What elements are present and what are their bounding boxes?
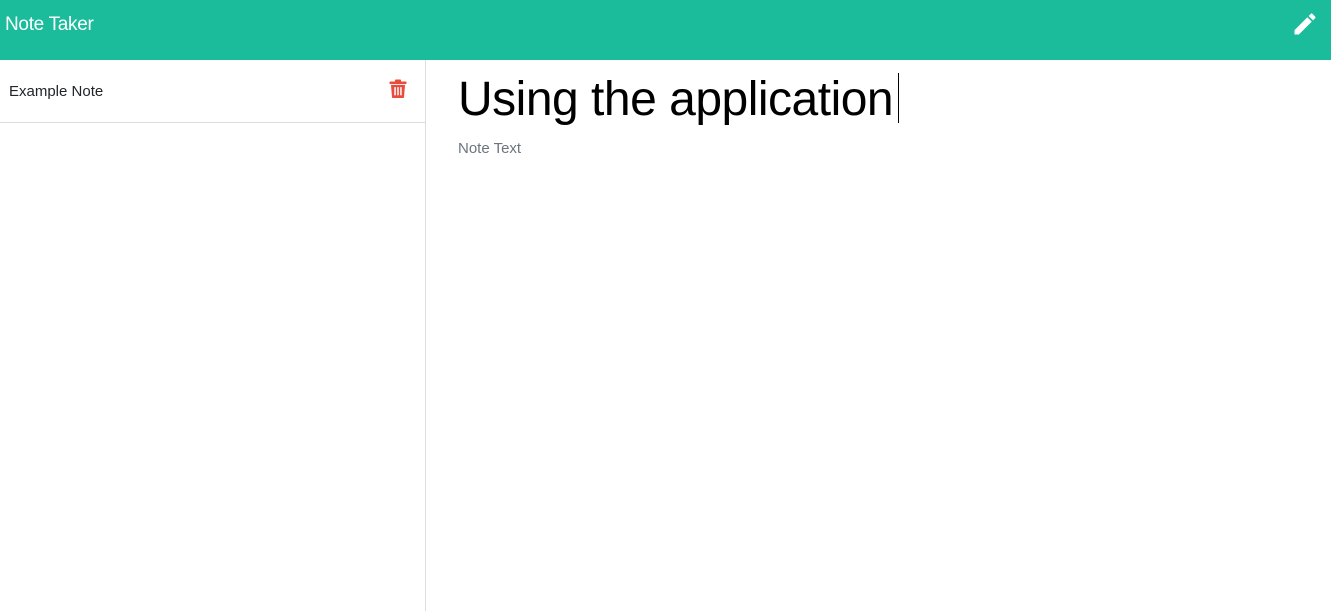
note-text-input[interactable]	[456, 138, 1318, 598]
text-caret	[898, 73, 899, 123]
delete-note-button[interactable]	[389, 79, 407, 98]
new-note-button[interactable]	[1291, 10, 1319, 38]
note-title-input[interactable]	[456, 70, 1318, 128]
pencil-icon	[1294, 13, 1316, 35]
navbar: Note Taker	[0, 0, 1331, 60]
note-editor	[426, 60, 1331, 611]
list-item[interactable]: Example Note	[0, 60, 425, 123]
note-list: Example Note	[0, 60, 426, 611]
note-title: Example Note	[9, 83, 104, 100]
trash-icon	[389, 79, 407, 98]
app-title[interactable]: Note Taker	[5, 13, 94, 37]
